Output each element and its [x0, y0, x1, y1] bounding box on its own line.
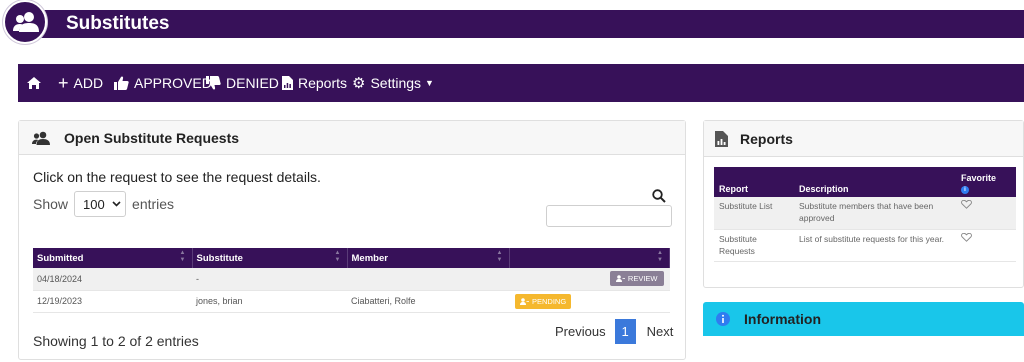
cell-description: List of substitute requests for this yea… — [794, 229, 956, 262]
home-icon — [27, 77, 41, 89]
show-entries: Show 100 entries — [33, 191, 174, 217]
previous-page-button[interactable]: Previous — [555, 324, 606, 339]
nav-reports[interactable]: Reports — [282, 64, 347, 102]
home-button[interactable] — [26, 64, 50, 102]
column-header-favorite: Favorite i — [956, 167, 1016, 197]
app-header: Substitutes — [0, 0, 1024, 46]
review-button[interactable]: REVIEW — [609, 271, 664, 287]
cell-member: Ciabatteri, Rolfe — [347, 290, 509, 313]
requests-table: Submitted ▲ ▼ Substitute ▲ ▼ Member ▲ ▼ ▲ ▼ 04/… — [33, 248, 670, 313]
column-header-report: Report — [714, 167, 794, 197]
report-icon — [715, 130, 728, 147]
pending-label: PENDING — [532, 296, 567, 306]
cell-description: Substitute members that have been approv… — [794, 197, 956, 230]
nav-approved[interactable]: APPROVED — [114, 64, 212, 102]
user-icon — [520, 297, 529, 305]
cell-substitute: - — [192, 268, 347, 291]
caret-down-icon: ▼ — [425, 78, 434, 88]
information-title: Information — [744, 311, 821, 327]
cell-favorite — [956, 229, 1016, 262]
cell-report[interactable]: Substitute List — [714, 197, 794, 230]
nav-add-label: ADD — [73, 75, 104, 91]
page-title: Substitutes — [66, 13, 170, 34]
reports-title: Reports — [740, 130, 793, 147]
show-suffix: entries — [132, 196, 175, 212]
chevron-down-icon — [112, 201, 121, 207]
users-icon — [32, 131, 50, 145]
favorite-label: Favorite — [961, 173, 997, 183]
report-icon — [282, 76, 293, 90]
reports-table: Report Description Favorite i Substitute… — [714, 167, 1016, 262]
column-header-action[interactable]: ▲ ▼ — [509, 248, 670, 268]
reports-header: Reports — [704, 121, 1023, 157]
thumbs-up-icon — [114, 76, 129, 90]
table-row[interactable]: Substitute Requests List of substitute r… — [714, 229, 1016, 262]
column-label: Submitted — [37, 252, 84, 264]
nav-approved-label: APPROVED — [134, 75, 212, 91]
instructions-text: Click on the request to see the request … — [33, 169, 321, 185]
open-requests-card: Open Substitute Requests Click on the re… — [18, 120, 686, 360]
column-header-description: Description — [794, 167, 956, 197]
pagination: Previous 1 Next — [555, 319, 673, 344]
sort-icon: ▲ ▼ — [496, 250, 503, 263]
entries-select-value: 100 — [83, 196, 105, 212]
cell-report[interactable]: Substitute Requests — [714, 229, 794, 262]
open-requests-title: Open Substitute Requests — [64, 129, 240, 146]
nav-reports-label: Reports — [298, 75, 348, 91]
column-header-member[interactable]: Member ▲ ▼ — [347, 248, 510, 268]
info-icon — [716, 312, 730, 326]
information-header: Information — [703, 302, 1024, 336]
cell-substitute: jones, brian — [192, 290, 347, 313]
nav-settings-dropdown[interactable]: ⚙ Settings ▼ — [352, 64, 434, 102]
entries-summary: Showing 1 to 2 of 2 entries — [33, 333, 199, 349]
column-header-submitted[interactable]: Submitted ▲ ▼ — [33, 248, 193, 268]
open-requests-header: Open Substitute Requests — [19, 121, 685, 155]
cell-action: REVIEW — [509, 268, 670, 291]
column-label: Member — [351, 252, 388, 264]
sort-icon: ▲ ▼ — [334, 250, 341, 263]
cell-favorite — [956, 197, 1016, 230]
information-card: Information — [703, 302, 1024, 362]
gear-icon: ⚙ — [352, 75, 366, 92]
search-input[interactable] — [546, 205, 672, 227]
users-icon — [3, 0, 47, 44]
nav-add[interactable]: + ADD — [58, 64, 103, 102]
show-prefix: Show — [33, 196, 69, 212]
nav-denied[interactable]: DENIED — [206, 64, 279, 102]
next-page-button[interactable]: Next — [647, 324, 674, 339]
thumbs-down-icon — [206, 76, 221, 90]
user-icon — [615, 275, 625, 283]
heart-icon[interactable] — [961, 232, 972, 242]
reports-card: Reports Report Description Favorite i Su… — [703, 120, 1024, 288]
sort-icon: ▲ ▼ — [657, 250, 663, 263]
table-header-row: Submitted ▲ ▼ Substitute ▲ ▼ Member ▲ ▼ ▲ ▼ — [33, 248, 670, 268]
sort-icon: ▲ ▼ — [179, 250, 186, 263]
heart-icon[interactable] — [961, 199, 972, 209]
review-label: REVIEW — [627, 274, 658, 284]
cell-submitted: 04/18/2024 — [33, 268, 192, 291]
table-header-row: Report Description Favorite i — [714, 167, 1016, 197]
column-label: Substitute — [196, 252, 243, 264]
plus-icon: + — [58, 72, 69, 93]
pending-button[interactable]: PENDING — [515, 293, 572, 309]
table-row[interactable]: 04/18/2024 - REVIEW — [33, 268, 670, 291]
table-row[interactable]: 12/19/2023 jones, brian Ciabatteri, Rolf… — [33, 290, 670, 313]
cell-member — [347, 268, 509, 291]
page-1-button[interactable]: 1 — [614, 319, 636, 344]
nav-denied-label: DENIED — [226, 75, 279, 91]
table-row[interactable]: Substitute List Substitute members that … — [714, 197, 1016, 230]
nav-settings-label: Settings — [370, 75, 422, 91]
cell-action: PENDING — [509, 290, 670, 313]
search-icon — [652, 189, 666, 203]
entries-select[interactable]: 100 — [74, 191, 127, 217]
main-navbar: + ADD APPROVED DENIED Reports ⚙ Settings… — [18, 64, 1024, 102]
info-icon[interactable]: i — [961, 186, 969, 194]
column-header-substitute[interactable]: Substitute ▲ ▼ — [192, 248, 348, 268]
cell-submitted: 12/19/2023 — [33, 290, 192, 313]
